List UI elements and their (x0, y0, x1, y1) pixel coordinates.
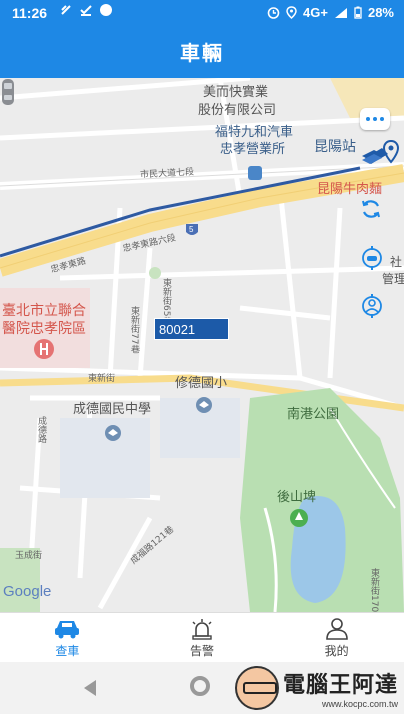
map-pin-icon (382, 140, 400, 164)
dot-icon (373, 117, 377, 121)
map-label-road: 成德路 (36, 416, 46, 443)
map-label-hospital: 臺北市立聯合 (2, 303, 86, 319)
locate-me-button[interactable] (360, 294, 388, 322)
svg-text:5: 5 (189, 225, 194, 234)
refresh-button[interactable] (360, 198, 388, 226)
map-label-road: 東新街 (88, 374, 116, 384)
car-marker-icon[interactable] (0, 78, 16, 108)
vehicle-plate-tag[interactable]: 80021 (154, 318, 229, 340)
locate-car-icon (362, 246, 382, 270)
refresh-icon (362, 200, 380, 218)
map-pin-button[interactable] (382, 140, 404, 168)
person-icon (325, 617, 348, 640)
google-logo: Google (3, 583, 52, 600)
battery-percent: 28% (367, 5, 394, 20)
car-icon (55, 620, 80, 638)
map-label-road: 東新街170 (369, 568, 379, 612)
status-notification-icons (60, 4, 112, 16)
map-label-park: 南港公園 (287, 407, 340, 422)
more-options-button[interactable] (360, 108, 390, 130)
map-label-school: 成德國民中學 (73, 402, 152, 417)
app-screen: 11:26 4G+ 28% 車輛 5 美而快實業 股份有限公司 福特九和汽車 忠… (0, 0, 404, 714)
map-label-station: 昆陽站 (314, 139, 356, 155)
map-label-road: 東新街77巷 (129, 306, 139, 354)
map-label-partial: 社 (390, 255, 403, 269)
watermark-logo: 電腦王阿達 www.kocpc.com.tw (234, 666, 398, 710)
dot-icon (366, 117, 370, 121)
tab-vehicle[interactable]: 查車 (0, 613, 135, 663)
cell-signal-icon (334, 7, 347, 18)
network-type: 4G+ (303, 5, 328, 20)
bottom-tab-bar: 查車 告警 我的 (0, 612, 404, 663)
status-bar: 11:26 4G+ 28% (0, 0, 404, 28)
tab-alarm[interactable]: 告警 (135, 613, 270, 663)
system-nav-bar: 電腦王阿達 www.kocpc.com.tw (0, 662, 404, 714)
watermark-url: www.kocpc.com.tw (321, 699, 398, 709)
map-label-park: 後山埤 (277, 490, 317, 505)
map-label-hospital: 醫院忠孝院區 (2, 321, 86, 337)
record-dot-icon (100, 4, 112, 16)
tab-label: 我的 (324, 643, 349, 658)
signal-wave-icon (61, 5, 71, 15)
locate-person-icon (362, 294, 382, 318)
map-label-poi: 股份有限公司 (198, 103, 277, 118)
alarm-icon (192, 618, 212, 640)
map-label-poi: 忠孝營業所 (220, 142, 286, 157)
status-system-icons: 4G+ 28% (267, 5, 394, 20)
map-canvas: 5 (0, 78, 404, 612)
tab-label: 查車 (55, 643, 80, 658)
map-view[interactable]: 5 美而快實業 股份有限公司 福特九和汽車 忠孝營業所 市民大道七段 忠孝東路六… (0, 78, 404, 612)
tab-label: 告警 (190, 643, 215, 658)
map-label-poi: 美而快實業 (203, 85, 269, 100)
location-pin-icon (286, 6, 297, 19)
back-icon[interactable] (82, 679, 98, 697)
locate-vehicle-button[interactable] (360, 246, 388, 274)
battery-icon (354, 6, 362, 19)
status-time: 11:26 (12, 5, 48, 21)
tab-profile[interactable]: 我的 (269, 613, 404, 663)
download-check-icon (80, 5, 92, 16)
page-title: 車輛 (0, 28, 404, 78)
watermark-title: 電腦王阿達 (282, 672, 398, 698)
layers-icon (362, 150, 382, 164)
home-button[interactable] (190, 676, 210, 696)
dot-icon (380, 117, 384, 121)
map-label-school: 修德國小 (175, 376, 228, 391)
mascot-icon (234, 666, 279, 710)
map-label-road: 玉成街 (15, 551, 43, 561)
map-label-poi: 昆陽牛肉麵 (317, 182, 383, 197)
alarm-clock-icon (267, 7, 280, 19)
